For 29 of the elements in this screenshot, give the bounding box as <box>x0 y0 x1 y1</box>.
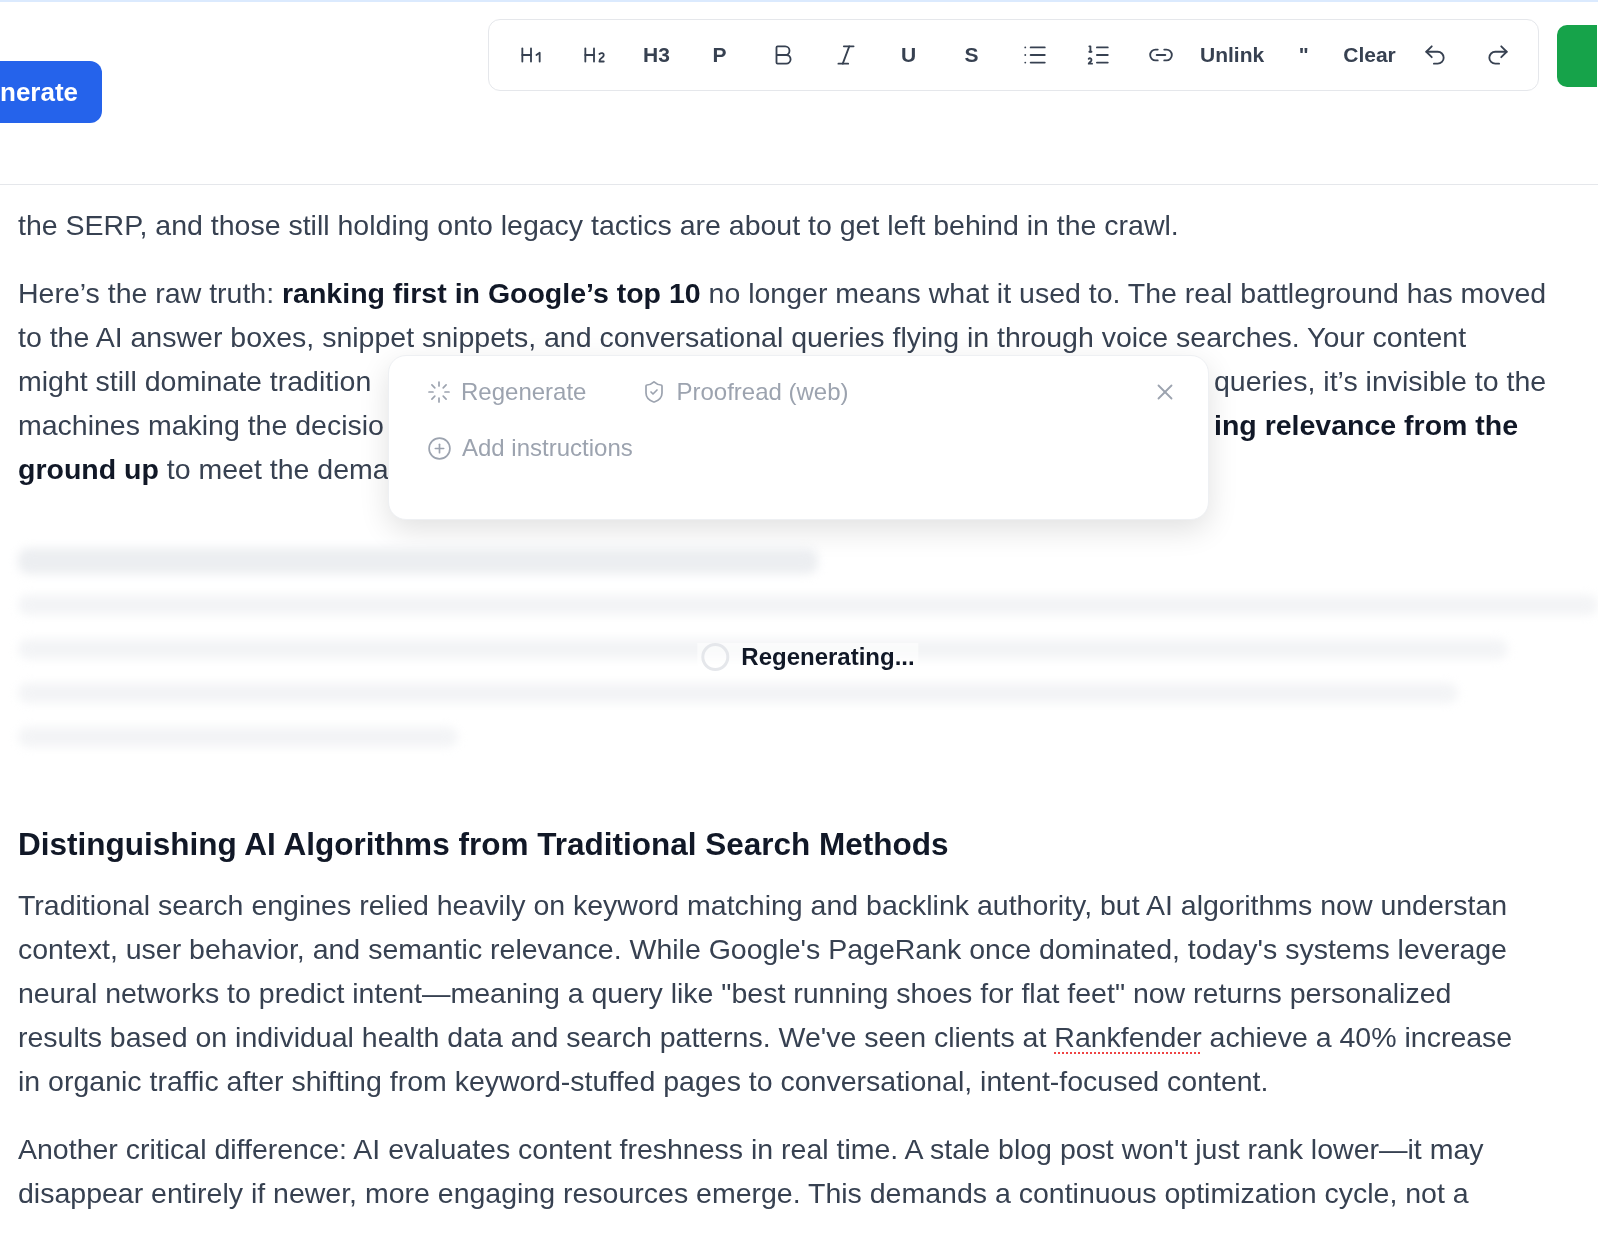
text-line: the SERP, and those still holding onto legacy tactics are about to get left behind in the crawl. <box>18 208 1180 243</box>
toolbar-button[interactable]: Unlink <box>1192 31 1273 79</box>
toolbar-button[interactable]: H3 <box>625 31 689 79</box>
status-text: Regenerating... <box>741 643 915 671</box>
text-line: queries, it’s invisible to the <box>1214 364 1548 399</box>
plus-circle-icon <box>427 435 452 461</box>
toolbar-button[interactable]: " <box>1272 31 1336 79</box>
text-line: context, user behavior, and semantic relevance. While Google's PageRank once dominated, today's systems leverage <box>18 932 1508 967</box>
loader-icon <box>427 380 451 404</box>
text-line: Here’s the raw truth: ranking first in Google’s top 10 no longer means what it used to. The real battleground has moved <box>18 276 1548 311</box>
text-line: machines making the decisio <box>18 408 385 443</box>
text-line: disappear entirely if newer, more engaging resources emerge. This demands a continuous optimization cycle, not a <box>18 1176 1470 1211</box>
toolbar-button[interactable]: Clear <box>1335 31 1404 79</box>
text-line: might still dominate tradition <box>18 364 373 399</box>
text-line: Another critical difference: AI evaluates content freshness in real time. A stale blog post won't just rank lower—it may <box>18 1132 1485 1167</box>
toolbar-button[interactable]: U <box>877 31 941 79</box>
text-line: neural networks to predict intent—meaning a query like "best running shoes for flat feet" now returns personalized <box>18 976 1453 1011</box>
text-line: to the AI answer boxes, snippet snippets, and conversational queries flying in through voice searches. Your content <box>18 320 1468 355</box>
spinner-icon <box>701 643 730 671</box>
toolbar-button[interactable]: P <box>688 31 752 79</box>
text-line: in organic traffic after shifting from keyword-stuffed pages to conversational, intent-focused content. <box>18 1064 1270 1099</box>
text-line: ground up to meet the dema <box>18 452 388 487</box>
toolbar-button[interactable]: S <box>940 31 1004 79</box>
section-heading: Distinguishing AI Algorithms from Traditional Search Methods <box>18 825 950 864</box>
action-button[interactable] <box>1556 25 1597 87</box>
text-line: ing relevance from the <box>1214 408 1520 443</box>
text-line: results based on individual health data and search patterns. We've seen clients at Rankfender achieve a 40% increase <box>18 1020 1514 1055</box>
generate-button[interactable]: nerate <box>0 61 103 123</box>
text-line: Traditional search engines relied heavily on keyword matching and backlink authority, but AI algorithms now understan <box>18 888 1509 923</box>
